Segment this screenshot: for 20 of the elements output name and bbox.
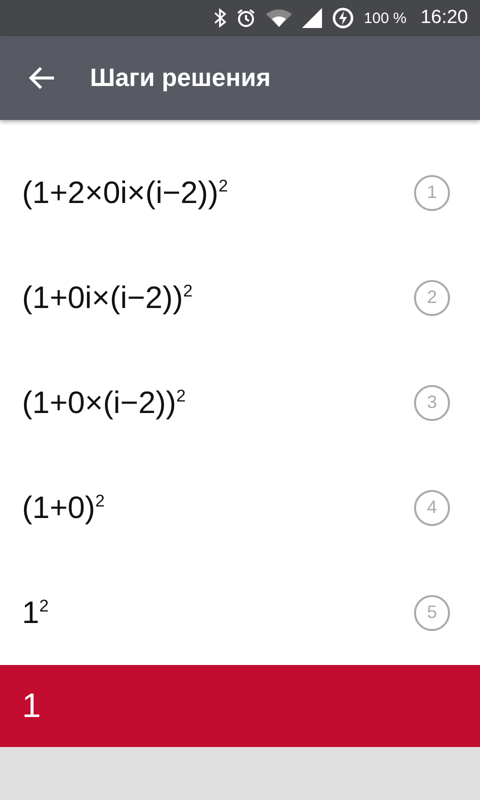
wifi-icon [266,9,292,27]
battery-level: 100 % [364,10,406,26]
bluetooth-icon [214,8,226,28]
result-value: 1 [22,686,41,726]
step-number[interactable]: 5 [414,594,450,630]
alarm-icon [236,8,256,28]
step-expression: (1+0×(i−2))$^{2}$ [22,384,186,420]
step-number[interactable]: 2 [414,280,450,316]
battery-charging-icon [332,7,354,29]
step-number[interactable]: 3 [414,384,450,420]
screen-title: Шаги решения [90,64,271,92]
back-button[interactable] [28,64,56,92]
step-expression: (1+0i×(i−2))$^{2}$ [22,280,193,316]
step-expression: (1+2×0i×(i−2))$^{2}$ [22,174,228,210]
signal-icon [302,8,322,28]
step-expression: (1+0)$^{2}$ [22,490,105,526]
step-number[interactable]: 4 [414,490,450,526]
step-number[interactable]: 1 [414,174,450,210]
clock: 16:20 [420,7,468,29]
step-expression: 1$^{2}$ [22,594,49,630]
